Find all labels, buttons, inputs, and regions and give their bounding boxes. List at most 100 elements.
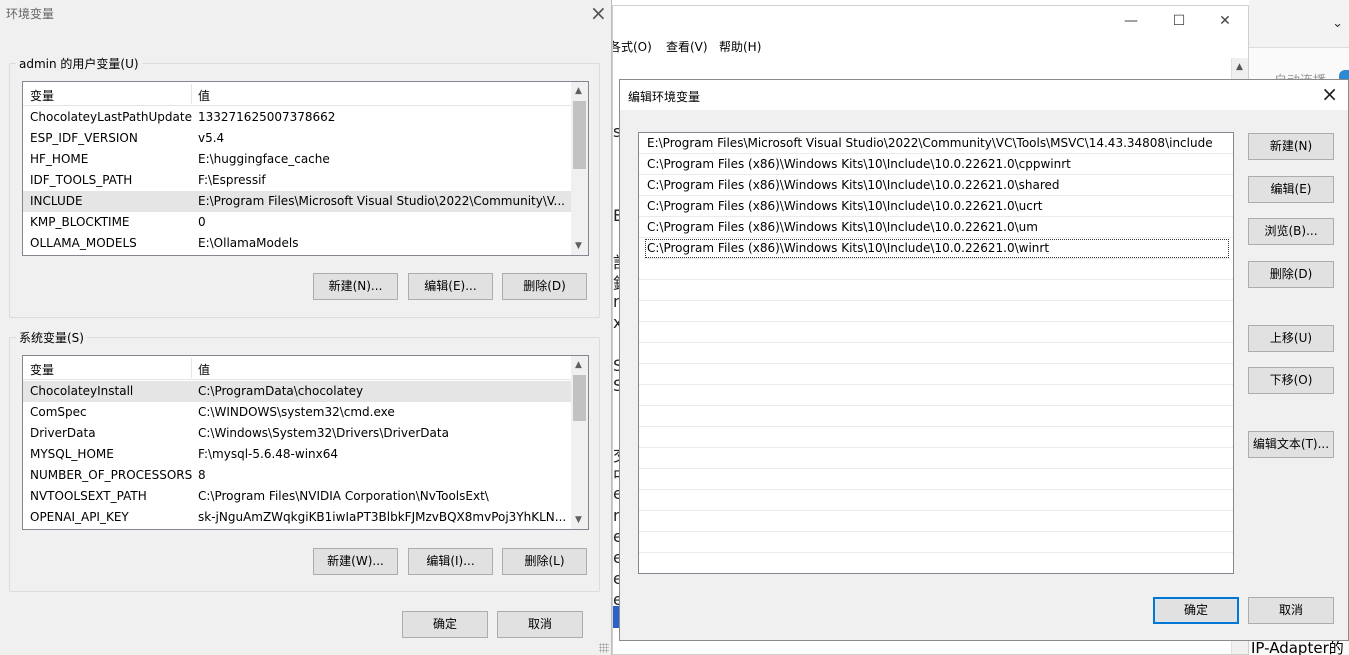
variable-name: MYSQL_HOME (30, 447, 114, 461)
dialog-title: 环境变量 (6, 7, 55, 21)
table-row[interactable]: OLLAMA_MODELS E:\OllamaModels (23, 233, 572, 254)
empty-list-row[interactable] (639, 385, 1233, 406)
variable-name: IDF_TOOLS_PATH (30, 173, 133, 187)
scroll-down-icon[interactable]: ▼ (575, 515, 582, 525)
empty-list-row[interactable] (639, 532, 1233, 553)
list-item[interactable]: C:\Program Files (x86)\Windows Kits\10\I… (639, 175, 1233, 196)
variable-value: C:\Program Files\NVIDIA Corporation\NvTo… (198, 489, 489, 503)
path-entries-list[interactable]: E:\Program Files\Microsoft Visual Studio… (638, 132, 1234, 574)
browse-button[interactable]: 浏览(B)... (1248, 218, 1334, 245)
table-row[interactable]: INCLUDE E:\Program Files\Microsoft Visual… (23, 191, 572, 212)
empty-list-row[interactable] (639, 280, 1233, 301)
column-divider[interactable] (191, 84, 192, 104)
new-entry-button[interactable]: 新建(N) (1248, 133, 1334, 160)
scroll-up-icon[interactable]: ▲ (1236, 62, 1243, 72)
variable-value: 8 (198, 468, 206, 482)
column-header-variable[interactable]: 变量 (30, 361, 54, 378)
list-item[interactable]: C:\Program Files (x86)\Windows Kits\10\I… (639, 154, 1233, 175)
table-row[interactable]: NVTOOLSEXT_PATH C:\Program Files\NVIDIA C… (23, 486, 572, 507)
user-new-button[interactable]: 新建(N)... (313, 273, 398, 300)
scroll-thumb[interactable] (573, 101, 586, 169)
list-header: 变量 值 (23, 82, 572, 106)
dialog-title: 编辑环境变量 (628, 90, 701, 104)
table-row[interactable]: KMP_BLOCKTIME 0 (23, 212, 572, 233)
empty-list-row[interactable] (639, 301, 1233, 322)
list-header: 变量 值 (23, 356, 572, 380)
maximize-icon[interactable]: ☐ (1159, 10, 1199, 32)
empty-list-row[interactable] (639, 448, 1233, 469)
system-variables-list[interactable]: 变量 值 ChocolateyInstall C:\ProgramData\cho… (22, 355, 589, 530)
empty-list-row[interactable] (639, 364, 1233, 385)
move-up-button[interactable]: 上移(U) (1248, 325, 1334, 352)
variable-value: E:\OllamaModels (198, 236, 299, 250)
empty-list-row[interactable] (639, 553, 1233, 573)
user-delete-button[interactable]: 删除(D) (502, 273, 587, 300)
ok-button[interactable]: 确定 (1153, 597, 1239, 624)
empty-list-row[interactable] (639, 343, 1233, 364)
scroll-thumb[interactable] (573, 375, 586, 421)
user-variables-label: admin 的用户变量(U) (16, 55, 142, 72)
column-divider[interactable] (191, 358, 192, 378)
move-down-button[interactable]: 下移(O) (1248, 367, 1334, 394)
empty-list-row[interactable] (639, 322, 1233, 343)
path-entry-text: C:\Program Files (x86)\Windows Kits\10\I… (647, 178, 1060, 192)
delete-entry-button[interactable]: 删除(D) (1248, 261, 1334, 288)
menu-format[interactable]: 各式(O) (613, 38, 652, 55)
cancel-button[interactable]: 取消 (1248, 597, 1334, 624)
empty-list-row[interactable] (639, 427, 1233, 448)
list-item[interactable]: C:\Program Files (x86)\Windows Kits\10\I… (644, 238, 1230, 259)
system-new-button[interactable]: 新建(W)... (313, 548, 398, 575)
table-row[interactable]: HF_HOME E:\huggingface_cache (23, 149, 572, 170)
variable-name: ChocolateyInstall (30, 384, 134, 398)
resize-grip[interactable] (599, 643, 609, 653)
table-row[interactable]: NUMBER_OF_PROCESSORS 8 (23, 465, 572, 486)
variable-value: E:\Program Files\Microsoft Visual Studio… (198, 194, 565, 208)
table-row[interactable]: ComSpec C:\WINDOWS\system32\cmd.exe (23, 402, 572, 423)
edit-entry-button[interactable]: 编辑(E) (1248, 176, 1334, 203)
table-row[interactable]: IDF_TOOLS_PATH F:\Espressif (23, 170, 572, 191)
environment-variables-dialog: 环境变量 × admin 的用户变量(U) 变量 值 ChocolateyLas… (0, 0, 612, 655)
table-row[interactable]: ChocolateyInstall C:\ProgramData\chocolat… (23, 381, 572, 402)
list-item[interactable]: E:\Program Files\Microsoft Visual Studio… (639, 133, 1233, 154)
variable-name: KMP_BLOCKTIME (30, 215, 130, 229)
path-entry-text: C:\Program Files (x86)\Windows Kits\10\I… (647, 241, 1050, 255)
list-item[interactable]: C:\Program Files (x86)\Windows Kits\10\I… (639, 217, 1233, 238)
close-icon[interactable]: × (1321, 82, 1338, 106)
variable-value: 133271625007378662 (198, 110, 336, 124)
scroll-up-icon[interactable]: ▲ (575, 360, 582, 370)
close-icon[interactable]: × (590, 1, 607, 25)
table-row[interactable]: MYSQL_HOME F:\mysql-5.6.48-winx64 (23, 444, 572, 465)
table-row[interactable]: ChocolateyLastPathUpdate 1332716250073786… (23, 107, 572, 128)
empty-list-row[interactable] (639, 259, 1233, 280)
ok-button[interactable]: 确定 (402, 611, 488, 638)
minimize-icon[interactable]: — (1111, 10, 1151, 32)
path-entry-text: C:\Program Files (x86)\Windows Kits\10\I… (647, 220, 1038, 234)
edit-text-button[interactable]: 编辑文本(T)... (1248, 431, 1334, 458)
empty-list-row[interactable] (639, 469, 1233, 490)
menu-view[interactable]: 查看(V) (666, 38, 708, 55)
close-icon[interactable]: ✕ (1205, 10, 1245, 32)
list-item[interactable]: C:\Program Files (x86)\Windows Kits\10\I… (639, 196, 1233, 217)
empty-list-row[interactable] (639, 511, 1233, 532)
variable-value: sk-jNguAmZWqkgiKB1iwIaPT3BlbkFJMzvBQX8mv… (198, 510, 567, 524)
table-row[interactable]: DriverData C:\Windows\System32\Drivers\Dr… (23, 423, 572, 444)
column-header-value[interactable]: 值 (198, 361, 210, 378)
empty-list-row[interactable] (639, 406, 1233, 427)
menu-help[interactable]: 帮助(H) (719, 38, 761, 55)
column-header-value[interactable]: 值 (198, 87, 210, 104)
system-list-scrollbar[interactable]: ▲ ▼ (571, 356, 588, 529)
scroll-up-icon[interactable]: ▲ (575, 86, 582, 96)
system-edit-button[interactable]: 编辑(I)... (408, 548, 493, 575)
chevron-down-icon[interactable]: ⌄ (1332, 16, 1343, 31)
user-variables-list[interactable]: 变量 值 ChocolateyLastPathUpdate 13327162500… (22, 81, 589, 256)
cancel-button[interactable]: 取消 (497, 611, 583, 638)
variable-name: INCLUDE (30, 194, 83, 208)
system-delete-button[interactable]: 删除(L) (502, 548, 587, 575)
empty-list-row[interactable] (639, 490, 1233, 511)
table-row[interactable]: OPENAI_API_KEY sk-jNguAmZWqkgiKB1iwIaPT3B… (23, 507, 572, 528)
column-header-variable[interactable]: 变量 (30, 87, 54, 104)
user-edit-button[interactable]: 编辑(E)... (408, 273, 493, 300)
scroll-down-icon[interactable]: ▼ (575, 241, 582, 251)
user-list-scrollbar[interactable]: ▲ ▼ (571, 82, 588, 255)
table-row[interactable]: ESP_IDF_VERSION v5.4 (23, 128, 572, 149)
